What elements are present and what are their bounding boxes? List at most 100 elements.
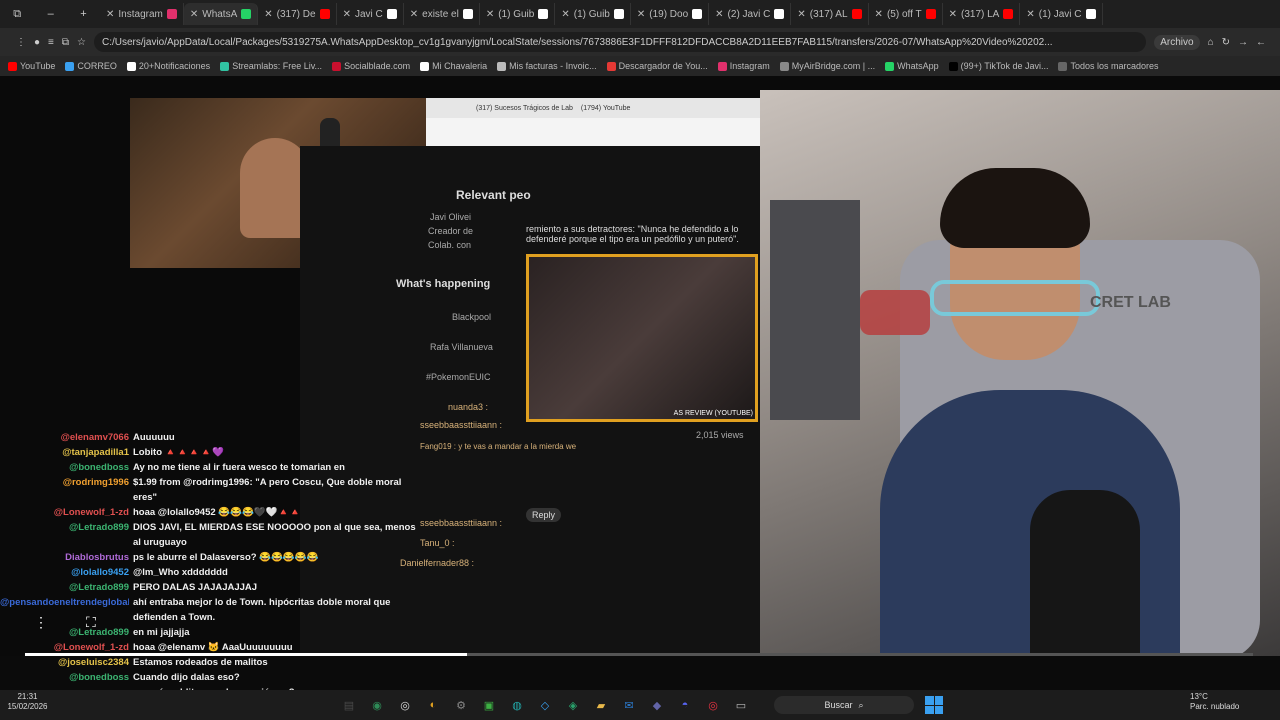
close-tab-icon[interactable]: ✕ [715, 9, 723, 20]
close-tab-icon[interactable]: ✕ [264, 9, 272, 20]
tab-favicon-icon [613, 9, 624, 19]
home-icon[interactable]: ⌂ [1208, 37, 1214, 48]
browser-tab[interactable]: ✕ existe el [404, 3, 480, 25]
window-icon[interactable]: ▭ [730, 694, 752, 716]
close-tab-icon[interactable]: ✕ [875, 9, 883, 20]
teams-icon[interactable]: ◆ [646, 694, 668, 716]
reload-icon[interactable]: ↻ [1222, 37, 1230, 48]
address-input[interactable]: C:/Users/javio/AppData/Local/Packages/53… [94, 32, 1147, 52]
downloads-icon[interactable]: ≡ [48, 37, 54, 48]
video-progress-bar[interactable] [25, 653, 1253, 656]
browser-tab[interactable]: ✕ (1) Guib [555, 3, 631, 25]
browser-tab[interactable]: ✕ WhatsA [183, 3, 259, 25]
tab-favicon-icon [462, 9, 473, 19]
more-options-icon[interactable]: ⋮ [34, 614, 48, 631]
clock[interactable]: 21:31 15/02/2026 [0, 692, 55, 712]
bookmark-star-icon[interactable]: ☆ [77, 37, 86, 48]
weather-widget[interactable]: 13°C Parc. nublado [1190, 692, 1260, 712]
close-tab-icon[interactable]: ✕ [410, 9, 418, 20]
bookmark-label: WhatsApp [897, 61, 939, 71]
forward-icon[interactable]: → [1238, 37, 1248, 48]
browser-tab[interactable]: ✕ (317) LA [943, 3, 1021, 25]
browser-tab[interactable]: ✕ (1) Javi C [1020, 3, 1103, 25]
web-icon[interactable]: ◍ [506, 694, 528, 716]
mail-icon[interactable]: ◐ [422, 694, 444, 716]
bookmark-item[interactable]: (99+) TikTok de Javi... [948, 61, 1048, 71]
bookmark-label: 20+Notificaciones [138, 61, 211, 71]
bookmark-item[interactable]: CORREO [65, 61, 117, 71]
bookmark-label: Descargador de You... [618, 61, 708, 71]
browser-tab[interactable]: ✕ Instagram [100, 3, 184, 25]
bookmark-favicon-icon [497, 61, 507, 71]
overlay-chat-line: nuanda3 : [448, 402, 489, 412]
close-tab-icon[interactable]: ✕ [1026, 9, 1034, 20]
chat-text: Auuuuuu [133, 432, 175, 443]
close-tab-icon[interactable]: ✕ [561, 9, 569, 20]
bookmark-item[interactable]: Socialblade.com [332, 61, 410, 71]
chat-username: @Letrado899 [69, 627, 129, 638]
bookmark-item[interactable]: WhatsApp [885, 61, 939, 71]
browser-tab[interactable]: ✕ (317) AL [791, 3, 869, 25]
bookmark-label: Socialblade.com [344, 61, 411, 71]
bookmark-item[interactable]: Descargador de You... [606, 61, 708, 71]
view-count: 2,015 views [696, 430, 744, 440]
bookmark-item[interactable]: Todos los marcadores [1058, 61, 1159, 71]
search-label: Buscar [824, 700, 853, 710]
bookmark-item[interactable]: Mi Chavaleria [420, 61, 487, 71]
bookmark-favicon-icon [1058, 61, 1068, 71]
chrome-active-icon[interactable]: ◎ [702, 694, 724, 716]
settings-icon[interactable]: ⚙ [450, 694, 472, 716]
browser-tab[interactable]: ✕ (2) Javi C [709, 3, 792, 25]
reply-button: Reply [526, 508, 562, 522]
streamer-webcam-large: CRET LAB [760, 90, 1280, 656]
store-icon[interactable]: ◇ [534, 694, 556, 716]
profile-bio-2: Colab. con [428, 240, 472, 250]
close-tab-icon[interactable]: ✕ [949, 9, 957, 20]
bookmark-item[interactable]: Mis facturas - Invoic... [497, 61, 597, 71]
taskbar-search[interactable]: Buscar ⌕ [774, 696, 914, 714]
tab-favicon-icon [538, 9, 549, 19]
browser-tab[interactable]: ✕ (19) Doo [631, 3, 710, 25]
bookmark-item[interactable]: MyAirBridge.com | ... [779, 61, 875, 71]
close-tab-icon[interactable]: ✕ [343, 9, 351, 20]
chair-brand-logo: CRET LAB [1090, 294, 1171, 311]
browser-tab[interactable]: ✕ (5) off T [869, 3, 943, 25]
bookmark-item[interactable]: Instagram [717, 61, 770, 71]
chat-message: @Letrado899 en mi jajjajja [0, 625, 420, 640]
trend-item: Blackpool [452, 312, 492, 322]
browser-tab[interactable]: ✕ (1) Guib [480, 3, 556, 25]
profile-icon[interactable]: ● [34, 37, 40, 48]
chat-text: hoaa @lolallo9452 😂😂😂🖤🤍🔺🔺 [133, 507, 302, 518]
restore-button[interactable]: ⧉ [13, 8, 21, 21]
close-tab-icon[interactable]: ✕ [797, 9, 805, 20]
bookmark-label: Streamlabs: Free Liv... [232, 61, 323, 71]
discord-icon[interactable]: ◓ [674, 694, 696, 716]
bookmark-item[interactable]: 20+Notificaciones [126, 61, 211, 71]
fullscreen-icon[interactable]: ⛶ [86, 614, 96, 631]
close-tab-icon[interactable]: ✕ [637, 9, 645, 20]
menu-icon[interactable]: ⋮ [16, 37, 26, 48]
close-tab-icon[interactable]: ✕ [106, 9, 114, 20]
bookmark-item[interactable]: Streamlabs: Free Liv... [220, 61, 322, 71]
windows-start-icon[interactable] [925, 696, 943, 714]
file-explorer-icon[interactable]: ▤ [338, 694, 360, 716]
browser-tab[interactable]: ✕ Javi C [337, 3, 404, 25]
back-icon[interactable]: ← [1256, 37, 1266, 48]
bookmark-item[interactable]: YouTube [8, 61, 55, 71]
edge-icon[interactable]: ◈ [562, 694, 584, 716]
chat-username: @Letrado899 [69, 522, 129, 533]
new-tab-button[interactable]: + [80, 8, 86, 21]
minimize-button[interactable]: – [48, 8, 54, 21]
xbox-icon[interactable]: ◉ [366, 694, 388, 716]
chrome-icon[interactable]: ◎ [394, 694, 416, 716]
outlook-icon[interactable]: ✉ [618, 694, 640, 716]
extensions-icon[interactable]: ⧉ [62, 37, 69, 48]
close-tab-icon[interactable]: ✕ [486, 9, 494, 20]
tab-list: ✕ Instagram ✕ WhatsA ✕ (317) De ✕ Javi C ✕ existe… [100, 3, 1280, 25]
browser-tab[interactable]: ✕ (317) De [258, 3, 337, 25]
close-tab-icon[interactable]: ✕ [190, 9, 198, 20]
folder-icon[interactable]: ▰ [590, 694, 612, 716]
chat-message: @elenamv7066 Auuuuuu [0, 430, 420, 445]
app-icon[interactable]: ▣ [478, 694, 500, 716]
streamer-hair [940, 168, 1090, 248]
